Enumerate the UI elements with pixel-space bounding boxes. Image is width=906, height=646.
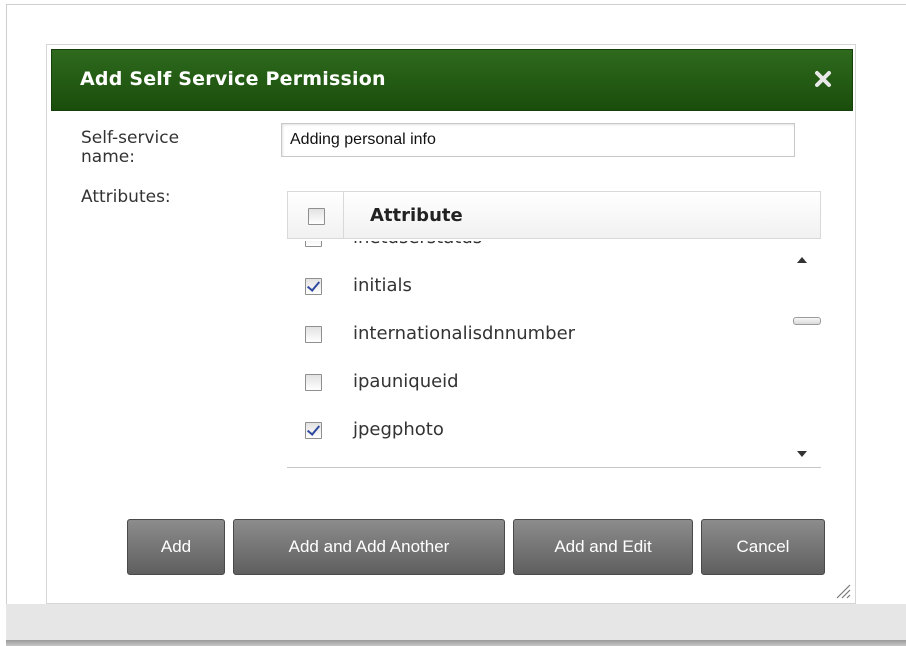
frame-bottom-band [6, 604, 906, 640]
name-label-line2: name: [81, 147, 135, 167]
attribute-row[interactable]: initials [287, 263, 787, 311]
screenshot-frame: Add Self Service Permission Self-service… [0, 0, 906, 646]
dialog-title: Add Self Service Permission [80, 68, 386, 90]
attributes-list[interactable]: inetuserstatus initials internationalisd… [287, 241, 821, 468]
add-button[interactable]: Add [127, 519, 225, 575]
self-service-name-input[interactable] [281, 123, 795, 157]
attribute-row[interactable]: inetuserstatus [287, 241, 787, 263]
self-service-name-label: Self-service name: [81, 129, 179, 167]
attribute-checkbox[interactable] [305, 422, 322, 439]
attribute-checkbox[interactable] [305, 241, 322, 247]
attribute-label: ipauniqueid [353, 371, 459, 392]
select-all-checkbox[interactable] [308, 208, 325, 225]
attribute-checkbox[interactable] [305, 326, 322, 343]
dialog-titlebar[interactable]: Add Self Service Permission [51, 49, 853, 111]
scroll-down-icon[interactable] [797, 451, 807, 457]
frame-top-border [6, 4, 906, 5]
attribute-row[interactable]: jpegphoto [287, 407, 787, 455]
add-and-add-another-button[interactable]: Add and Add Another [233, 519, 505, 575]
attributes-label: Attributes: [81, 187, 171, 207]
attribute-row[interactable]: internationalisdnnumber [287, 311, 787, 359]
attributes-table-header: Attribute [287, 191, 821, 239]
attribute-column-header: Attribute [370, 205, 463, 226]
attribute-label: jpegphoto [353, 419, 444, 440]
frame-left-border [6, 4, 7, 640]
resize-grip-icon[interactable] [835, 583, 851, 599]
close-icon[interactable] [812, 68, 834, 90]
attribute-label: initials [353, 275, 412, 296]
attribute-row[interactable]: ipauniqueid [287, 359, 787, 407]
name-label-line1: Self-service [81, 128, 180, 148]
scroll-up-icon[interactable] [797, 257, 807, 263]
attribute-checkbox[interactable] [305, 374, 322, 391]
attributes-scrollbar[interactable] [793, 247, 821, 465]
add-and-edit-button[interactable]: Add and Edit [513, 519, 693, 575]
attribute-label: internationalisdnnumber [353, 323, 576, 344]
add-self-service-permission-dialog: Add Self Service Permission Self-service… [46, 44, 856, 604]
attribute-label: krbcanonicalname [353, 467, 519, 468]
attribute-label: inetuserstatus [353, 241, 482, 248]
attribute-checkbox[interactable] [305, 278, 322, 295]
attribute-row[interactable]: krbcanonicalname [287, 455, 787, 468]
frame-bottom-shadow [6, 640, 906, 646]
scroll-thumb[interactable] [793, 317, 821, 325]
cancel-button[interactable]: Cancel [701, 519, 825, 575]
select-all-cell [288, 192, 344, 238]
